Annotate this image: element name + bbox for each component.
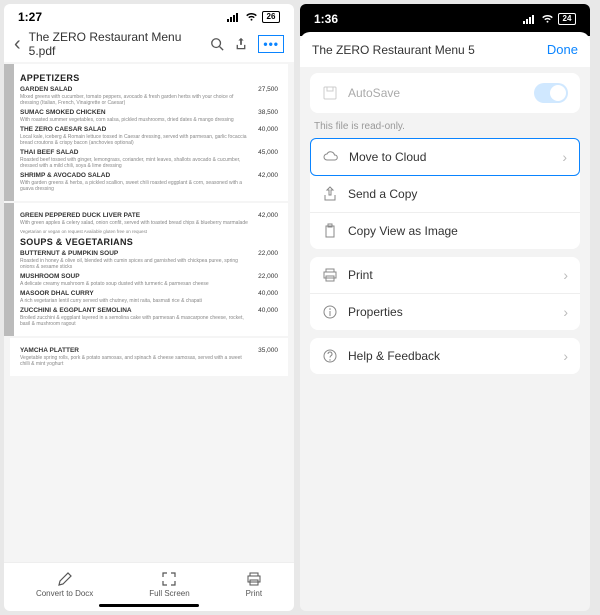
menu-note: Vegetarian or vegan on request Available… bbox=[20, 229, 278, 234]
sheet-body: AutoSave This file is read-only. Move to… bbox=[300, 67, 590, 611]
menu-item: MASOOR DHAL CURRYA rich vegetarian lenti… bbox=[20, 290, 278, 304]
convert-button[interactable]: Convert to Docx bbox=[36, 571, 93, 598]
battery-icon: 24 bbox=[558, 13, 576, 25]
section-heading: APPETIZERS bbox=[20, 73, 278, 83]
properties-row[interactable]: Properties › bbox=[310, 294, 580, 330]
wifi-icon bbox=[541, 14, 554, 24]
printer-icon bbox=[322, 267, 338, 283]
search-icon[interactable] bbox=[210, 37, 224, 51]
share-icon[interactable] bbox=[234, 37, 248, 51]
title-bar: ‹ The ZERO Restaurant Menu 5.pdf ••• bbox=[4, 26, 294, 62]
back-button[interactable]: ‹ bbox=[14, 33, 21, 56]
help-icon bbox=[322, 348, 338, 364]
chevron-right-icon: › bbox=[563, 267, 568, 283]
print-row[interactable]: Print › bbox=[310, 257, 580, 294]
info-icon bbox=[322, 304, 338, 320]
menu-item: GARDEN SALADMixed greens with cucumber, … bbox=[20, 86, 278, 106]
autosave-row: AutoSave bbox=[310, 73, 580, 113]
save-icon bbox=[322, 85, 338, 101]
home-indicator bbox=[99, 604, 199, 607]
section-heading: SOUPS & VEGETARIANS bbox=[20, 237, 278, 247]
menu-item: GREEN PEPPERED DUCK LIVER PATEWith green… bbox=[20, 212, 278, 226]
menu-item: YAMCHA PLATTERVegetable spring rolls, po… bbox=[20, 347, 278, 367]
more-button[interactable]: ••• bbox=[258, 35, 284, 53]
clipboard-icon bbox=[322, 223, 338, 239]
menu-item: BUTTERNUT & PUMPKIN SOUPRoasted in honey… bbox=[20, 250, 278, 270]
done-button[interactable]: Done bbox=[547, 42, 578, 57]
chevron-right-icon: › bbox=[563, 304, 568, 320]
menu-item: SHRIMP & AVOCADO SALADWith garden greens… bbox=[20, 172, 278, 192]
pdf-viewer-screen: 1:27 26 ‹ The ZERO Restaurant Menu 5.pdf… bbox=[4, 4, 294, 611]
printer-icon bbox=[246, 571, 262, 587]
status-bar: 1:27 26 bbox=[4, 4, 294, 26]
document-content[interactable]: APPETIZERS GARDEN SALADMixed greens with… bbox=[4, 62, 294, 562]
menu-item: THAI BEEF SALADRoasted beef tossed with … bbox=[20, 149, 278, 169]
chevron-right-icon: › bbox=[563, 348, 568, 364]
cloud-icon bbox=[323, 149, 339, 165]
sheet-header: The ZERO Restaurant Menu 5 Done bbox=[300, 32, 590, 67]
menu-item: ZUCCHINI & EGGPLANT SEMOLINABroiled zucc… bbox=[20, 307, 278, 327]
document-title: The ZERO Restaurant Menu 5.pdf bbox=[29, 30, 203, 58]
menu-item: SUMAC SMOKED CHICKENWith roasted summer … bbox=[20, 109, 278, 123]
menu-item: MUSHROOM SOUPA delicate creamy mushroom … bbox=[20, 273, 278, 287]
fullscreen-button[interactable]: Full Screen bbox=[149, 571, 189, 598]
print-button[interactable]: Print bbox=[246, 571, 262, 598]
autosave-toggle[interactable] bbox=[534, 83, 568, 103]
sheet-title: The ZERO Restaurant Menu 5 bbox=[312, 43, 475, 57]
chevron-right-icon: › bbox=[562, 149, 567, 165]
wifi-icon bbox=[245, 12, 258, 22]
status-time: 1:36 bbox=[314, 12, 338, 26]
pencil-icon bbox=[57, 571, 73, 587]
signal-icon bbox=[227, 12, 241, 22]
battery-icon: 26 bbox=[262, 11, 280, 23]
readonly-label: This file is read-only. bbox=[310, 121, 580, 138]
share-icon bbox=[322, 186, 338, 202]
help-row[interactable]: Help & Feedback › bbox=[310, 338, 580, 374]
bottom-toolbar: Convert to Docx Full Screen Print bbox=[4, 562, 294, 602]
status-indicators: 24 bbox=[523, 12, 576, 26]
status-indicators: 26 bbox=[227, 11, 280, 23]
send-copy-row[interactable]: Send a Copy bbox=[310, 176, 580, 213]
signal-icon bbox=[523, 14, 537, 24]
expand-icon bbox=[161, 571, 177, 587]
menu-item: THE ZERO CAESAR SALADLocal kale, iceberg… bbox=[20, 126, 278, 146]
move-to-cloud-row[interactable]: Move to Cloud › bbox=[310, 138, 580, 176]
status-time: 1:27 bbox=[18, 10, 42, 24]
copy-view-row[interactable]: Copy View as Image bbox=[310, 213, 580, 249]
file-menu-screen: 1:36 24 The ZERO Restaurant Menu 5 Done … bbox=[300, 4, 590, 611]
